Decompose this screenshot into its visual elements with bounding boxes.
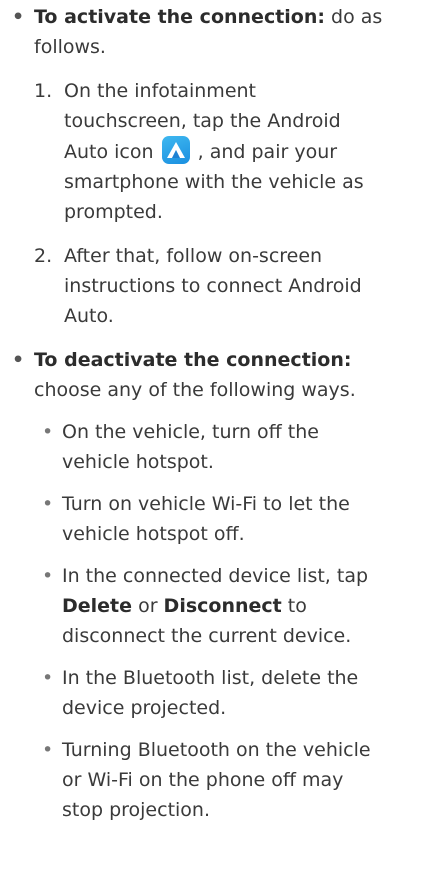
activate-step-2: 2. After that, follow on-screen instruct… (34, 241, 376, 331)
bullet-dot: • (12, 349, 25, 371)
bullet-dot: • (12, 6, 25, 28)
android-auto-icon (161, 136, 190, 164)
delete-label: Delete (62, 595, 133, 617)
item-text-mid: or (132, 595, 164, 617)
disconnect-label: Disconnect (163, 595, 282, 617)
item-text: On the vehicle, turn off the vehicle hot… (62, 421, 319, 473)
manual-page: • To activate the connection: do as foll… (0, 0, 424, 880)
item-text: In the Bluetooth list, delete the device… (62, 667, 359, 719)
deactivate-item-3: • In the connected device list, tap Dele… (38, 561, 386, 651)
item-text-pre: In the connected device list, tap (62, 565, 369, 587)
deactivate-rest: choose any of the following ways. (34, 379, 356, 401)
deactivate-item-2: • Turn on vehicle Wi-Fi to let the vehic… (38, 489, 386, 549)
step-text: After that, follow on-screen instruction… (64, 245, 362, 327)
activate-lead: To activate the connection: (34, 6, 325, 28)
sub-bullet-dot: • (42, 421, 54, 443)
sub-bullet-dot: • (42, 565, 54, 587)
sub-bullet-dot: • (42, 493, 54, 515)
deactivate-item-5: • Turning Bluetooth on the vehicle or Wi… (38, 735, 386, 825)
item-text: Turn on vehicle Wi-Fi to let the vehicle… (62, 493, 350, 545)
item-text: Turning Bluetooth on the vehicle or Wi-F… (62, 739, 371, 821)
step-number: 1. (34, 80, 53, 102)
step-number: 2. (34, 245, 53, 267)
activate-bullet: • To activate the connection: do as foll… (0, 2, 424, 62)
deactivate-item-1: • On the vehicle, turn off the vehicle h… (38, 417, 386, 477)
sub-bullet-dot: • (42, 667, 54, 689)
deactivate-bullet: • To deactivate the connection: choose a… (0, 345, 424, 405)
deactivate-item-4: • In the Bluetooth list, delete the devi… (38, 663, 386, 723)
sub-bullet-dot: • (42, 739, 54, 761)
deactivate-lead: To deactivate the connection: (34, 349, 352, 371)
activate-step-1: 1. On the infotainment touchscreen, tap … (34, 76, 376, 227)
